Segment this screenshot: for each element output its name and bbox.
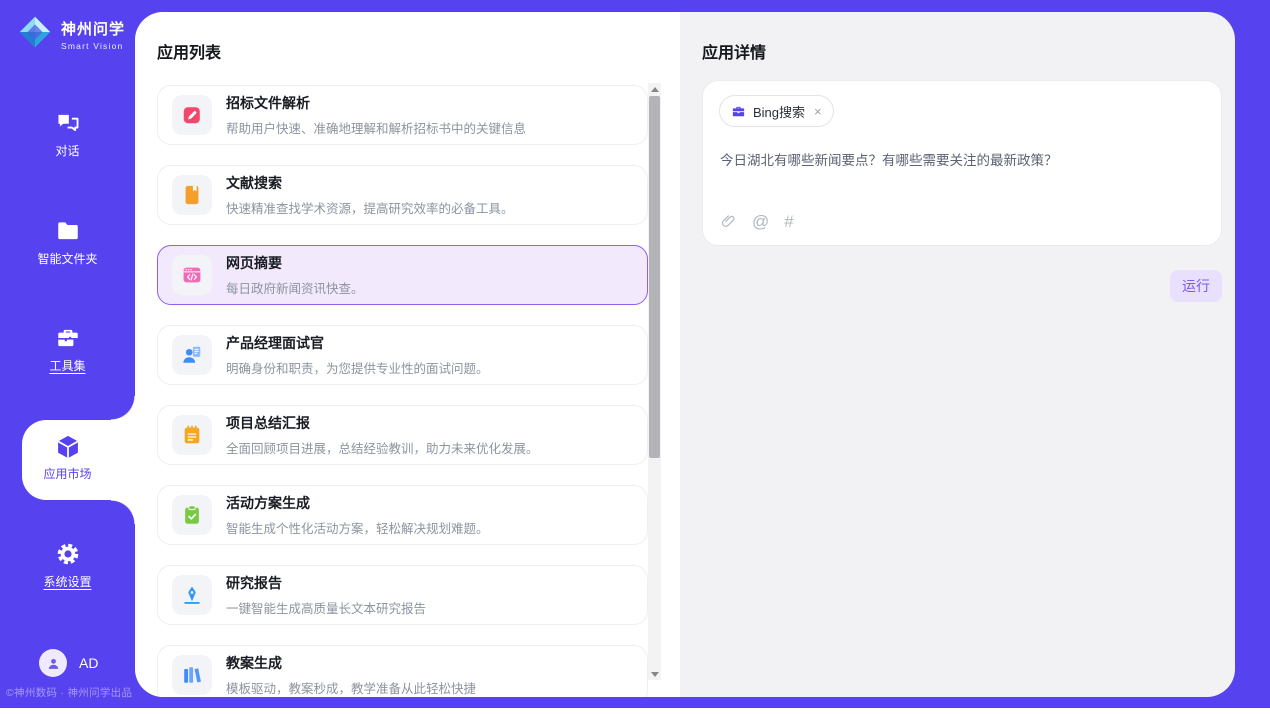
- app-detail-title: 应用详情: [702, 39, 766, 63]
- browser-code-icon: [181, 264, 203, 286]
- books-icon: [181, 664, 203, 686]
- app-list-panel: 应用列表 招标文件解析 帮助用户快速、准确地理解和解析招标书中的关键信息 文献搜…: [135, 12, 680, 697]
- scroll-down-button[interactable]: [648, 668, 661, 680]
- app-card[interactable]: 项目总结汇报 全面回顾项目进展，总结经验教训，助力未来优化发展。: [157, 405, 648, 465]
- brand-logo-icon: [16, 13, 54, 56]
- sidebar-footer: ©神州数码 · 神州问学出品: [6, 685, 134, 700]
- chat-icon: [0, 110, 135, 138]
- app-card-desc: 一键智能生成高质量长文本研究报告: [226, 598, 426, 617]
- user-profile[interactable]: AD: [39, 649, 98, 677]
- brand-logo: 神州问学 Smart Vision: [16, 13, 125, 56]
- user-initials: AD: [79, 655, 98, 671]
- app-card[interactable]: 产品经理面试官 明确身份和职责，为您提供专业性的面试问题。: [157, 325, 648, 385]
- app-card-title: 产品经理面试官: [226, 333, 489, 353]
- app-card-title: 文献搜索: [226, 173, 514, 193]
- app-card-desc: 快速精准查找学术资源，提高研究效率的必备工具。: [226, 198, 514, 217]
- run-button[interactable]: 运行: [1170, 270, 1222, 302]
- scrollbar[interactable]: [648, 83, 661, 680]
- close-icon[interactable]: ×: [814, 104, 822, 119]
- book-icon: [181, 184, 203, 206]
- scroll-up-button[interactable]: [648, 83, 661, 95]
- folder-icon: [0, 218, 135, 246]
- app-card[interactable]: 文献搜索 快速精准查找学术资源，提高研究效率的必备工具。: [157, 165, 648, 225]
- main-panel: 应用列表 招标文件解析 帮助用户快速、准确地理解和解析招标书中的关键信息 文献搜…: [135, 12, 1235, 697]
- app-detail-panel: 应用详情 Bing搜索 × 今日湖北有哪些新闻要点？有哪些需要关注的最新政策？ …: [680, 12, 1235, 697]
- sidebar: 神州问学 Smart Vision 对话 智能文件夹 工具集 应用市场 系统设置…: [0, 0, 135, 708]
- clipboard-check-icon: [181, 504, 203, 526]
- sidebar-item-system-settings[interactable]: 系统设置: [0, 541, 135, 591]
- scrollbar-thumb[interactable]: [649, 96, 660, 458]
- prompt-composer[interactable]: Bing搜索 × 今日湖北有哪些新闻要点？有哪些需要关注的最新政策？ @#: [702, 80, 1222, 246]
- app-card-title: 网页摘要: [226, 253, 364, 273]
- app-card-desc: 模板驱动，教案秒成，教学准备从此轻松快捷: [226, 678, 476, 697]
- app-card[interactable]: 研究报告 一键智能生成高质量长文本研究报告: [157, 565, 648, 625]
- cube-icon: [0, 433, 135, 461]
- app-card-title: 教案生成: [226, 653, 476, 673]
- gear-icon: [0, 541, 135, 569]
- app-card-desc: 每日政府新闻资讯快查。: [226, 278, 364, 297]
- attachment-icon[interactable]: [720, 213, 737, 230]
- app-card-desc: 全面回顾项目进展，总结经验教训，助力未来优化发展。: [226, 438, 539, 457]
- app-card[interactable]: 活动方案生成 智能生成个性化活动方案，轻松解决规划难题。: [157, 485, 648, 545]
- topic-icon[interactable]: #: [784, 213, 793, 230]
- notepad-icon: [181, 424, 203, 446]
- doc-edit-icon: [181, 104, 203, 126]
- sidebar-item-toolset[interactable]: 工具集: [0, 325, 135, 375]
- sidebar-item-dialogue[interactable]: 对话: [0, 110, 135, 160]
- app-card-desc: 明确身份和职责，为您提供专业性的面试问题。: [226, 358, 489, 377]
- app-frame: 神州问学 Smart Vision 对话 智能文件夹 工具集 应用市场 系统设置…: [0, 0, 1270, 714]
- app-card-list: 招标文件解析 帮助用户快速、准确地理解和解析招标书中的关键信息 文献搜索 快速精…: [157, 85, 648, 697]
- app-card-title: 研究报告: [226, 573, 426, 593]
- app-card[interactable]: 网页摘要 每日政府新闻资讯快查。: [157, 245, 648, 305]
- briefcase-icon: [731, 104, 746, 119]
- prompt-text[interactable]: 今日湖北有哪些新闻要点？有哪些需要关注的最新政策？: [720, 151, 1203, 171]
- interviewer-icon: [181, 344, 203, 366]
- app-card[interactable]: 招标文件解析 帮助用户快速、准确地理解和解析招标书中的关键信息: [157, 85, 648, 145]
- composer-toolbar: @#: [720, 213, 794, 230]
- app-card-desc: 智能生成个性化活动方案，轻松解决规划难题。: [226, 518, 489, 537]
- tool-tag-bing-search[interactable]: Bing搜索 ×: [719, 95, 834, 127]
- avatar[interactable]: [39, 649, 67, 677]
- app-card[interactable]: 教案生成 模板驱动，教案秒成，教学准备从此轻松快捷: [157, 645, 648, 697]
- sidebar-item-smart-folder[interactable]: 智能文件夹: [0, 218, 135, 268]
- app-card-title: 招标文件解析: [226, 93, 526, 113]
- brand-subtitle: Smart Vision: [61, 41, 125, 51]
- app-list-title: 应用列表: [157, 39, 221, 63]
- report-pen-icon: [181, 584, 203, 606]
- app-card-desc: 帮助用户快速、准确地理解和解析招标书中的关键信息: [226, 118, 526, 137]
- tool-tag-label: Bing搜索: [753, 102, 805, 121]
- app-card-title: 项目总结汇报: [226, 413, 539, 433]
- brand-name: 神州问学: [61, 18, 125, 39]
- app-card-title: 活动方案生成: [226, 493, 489, 513]
- sidebar-item-app-market[interactable]: 应用市场: [0, 433, 135, 483]
- toolbox-icon: [0, 325, 135, 353]
- mention-icon[interactable]: @: [752, 213, 769, 230]
